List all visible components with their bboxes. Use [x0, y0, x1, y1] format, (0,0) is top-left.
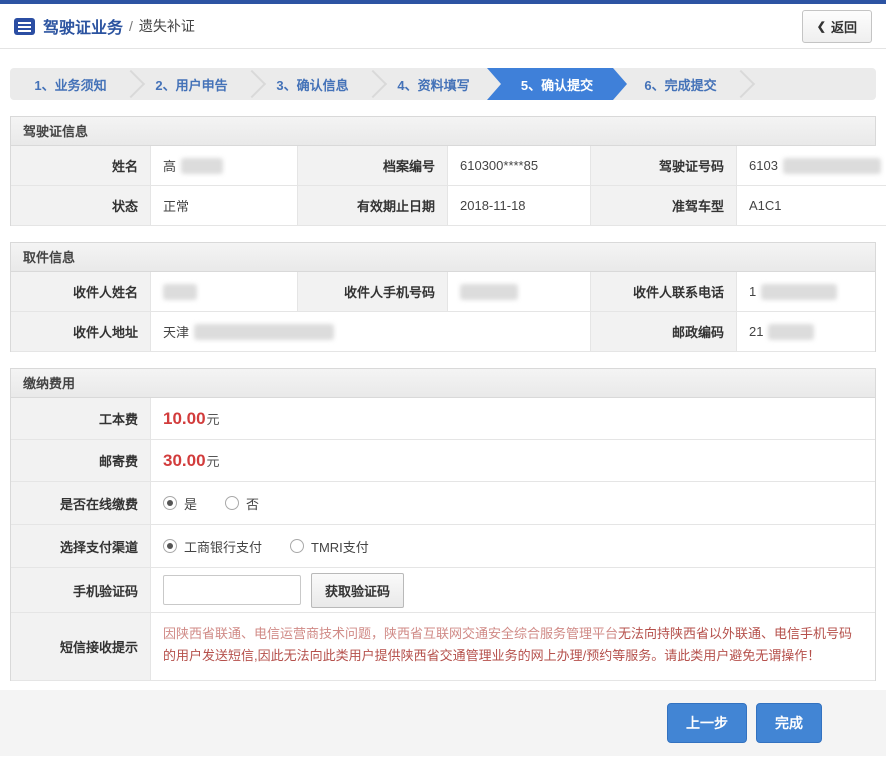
- online-payment-no-option[interactable]: 否: [225, 494, 259, 513]
- license-no-value: 6103: [737, 146, 886, 186]
- online-payment-options: 是 否: [151, 482, 875, 525]
- license-no-label: 驾驶证号码: [591, 146, 737, 186]
- name-label: 姓名: [11, 146, 151, 186]
- step-2-user-declaration[interactable]: 2、用户申告: [131, 68, 252, 100]
- finish-button[interactable]: 完成: [756, 703, 822, 743]
- pickup-info-title: 取件信息: [11, 243, 875, 272]
- payment-title: 缴纳费用: [11, 369, 875, 398]
- previous-step-button[interactable]: 上一步: [667, 703, 747, 743]
- payment-table: 工本费 10.00 元 邮寄费 30.00 元 是否在线缴费 是 否 选择支付渠…: [11, 398, 875, 681]
- online-payment-yes-label: 是: [184, 494, 197, 513]
- redacted-blur: [181, 158, 223, 174]
- mail-fee-amount: 30.00: [163, 451, 206, 471]
- online-payment-no-label: 否: [246, 494, 259, 513]
- work-fee-value: 10.00 元: [151, 398, 875, 440]
- channel-tmri-option[interactable]: TMRI支付: [290, 537, 369, 556]
- radio-unchecked-icon[interactable]: [225, 496, 239, 510]
- radio-unchecked-icon[interactable]: [290, 539, 304, 553]
- sms-notice-text: 因陕西省联通、电信运营商技术问题，陕西省互联网交通安全综合服务管理平台无法向持陕…: [151, 613, 875, 681]
- redacted-blur: [194, 324, 334, 340]
- channel-icbc-option[interactable]: 工商银行支付: [163, 537, 262, 556]
- action-footer: 上一步 完成: [0, 690, 886, 756]
- step-progress-bar: 1、业务须知 2、用户申告 3、确认信息 4、资料填写 5、确认提交 6、完成提…: [10, 68, 876, 100]
- postal-code-label: 邮政编码: [591, 312, 737, 352]
- step-4-fill-data[interactable]: 4、资料填写: [373, 68, 494, 100]
- online-payment-yes-option[interactable]: 是: [163, 494, 197, 513]
- vehicle-class-value: A1C1: [737, 186, 886, 226]
- payment-section: 缴纳费用 工本费 10.00 元 邮寄费 30.00 元 是否在线缴费 是 否 …: [10, 368, 876, 681]
- vehicle-class-label: 准驾车型: [591, 186, 737, 226]
- step-6-complete-submit[interactable]: 6、完成提交: [620, 68, 741, 100]
- channel-options: 工商银行支付 TMRI支付: [151, 525, 875, 568]
- mail-fee-value: 30.00 元: [151, 440, 875, 482]
- recipient-phone-label: 收件人联系电话: [591, 272, 737, 312]
- status-label: 状态: [11, 186, 151, 226]
- sms-code-input[interactable]: [163, 575, 301, 605]
- back-button-label: 返回: [831, 17, 857, 36]
- redacted-blur: [783, 158, 881, 174]
- online-payment-label: 是否在线缴费: [11, 482, 151, 525]
- work-fee-label: 工本费: [11, 398, 151, 440]
- step-bar-tail: [741, 68, 876, 100]
- chevron-left-icon: ❮: [817, 20, 826, 33]
- redacted-blur: [768, 324, 814, 340]
- recipient-name-value: [151, 272, 298, 312]
- sms-code-row: 获取验证码: [151, 568, 875, 613]
- recipient-mobile-label: 收件人手机号码: [298, 272, 448, 312]
- breadcrumb-current: 遗失补证: [139, 16, 195, 36]
- page-header: 驾驶证业务 / 遗失补证 ❮ 返回: [0, 4, 886, 49]
- recipient-mobile-value: [448, 272, 591, 312]
- redacted-blur: [460, 284, 518, 300]
- sms-code-label: 手机验证码: [11, 568, 151, 613]
- recipient-name-label: 收件人姓名: [11, 272, 151, 312]
- redacted-blur: [761, 284, 837, 300]
- back-button[interactable]: ❮ 返回: [802, 10, 872, 43]
- breadcrumb-divider: /: [129, 18, 133, 34]
- channel-tmri-label: TMRI支付: [311, 537, 369, 556]
- redacted-blur: [163, 284, 197, 300]
- license-service-icon: [14, 18, 35, 35]
- license-info-title: 驾驶证信息: [11, 117, 875, 146]
- pickup-info-section: 取件信息 收件人姓名 收件人手机号码 收件人联系电话 1 收件人地址 天津 邮政…: [10, 242, 876, 352]
- recipient-phone-value: 1: [737, 272, 875, 312]
- status-value: 正常: [151, 186, 298, 226]
- pickup-info-table: 收件人姓名 收件人手机号码 收件人联系电话 1 收件人地址 天津 邮政编码 21: [11, 272, 875, 352]
- license-info-section: 驾驶证信息 姓名 高 档案编号 610300****85 驾驶证号码 6103 …: [10, 116, 876, 226]
- recipient-address-value: 天津: [151, 312, 591, 352]
- postal-code-value: 21: [737, 312, 875, 352]
- radio-checked-icon[interactable]: [163, 539, 177, 553]
- expiry-value: 2018-11-18: [448, 186, 591, 226]
- step-1-business-notice[interactable]: 1、业务须知: [10, 68, 131, 100]
- work-fee-amount: 10.00: [163, 409, 206, 429]
- radio-checked-icon[interactable]: [163, 496, 177, 510]
- sms-notice-light-text: 因陕西省联通、电信运营商技术问题，陕西省互联网交通安全综合服务管理平台: [163, 626, 618, 641]
- channel-label: 选择支付渠道: [11, 525, 151, 568]
- file-no-label: 档案编号: [298, 146, 448, 186]
- license-info-table: 姓名 高 档案编号 610300****85 驾驶证号码 6103 状态 正常 …: [11, 146, 875, 226]
- sms-notice-label: 短信接收提示: [11, 613, 151, 681]
- name-value: 高: [151, 146, 298, 186]
- recipient-address-label: 收件人地址: [11, 312, 151, 352]
- channel-icbc-label: 工商银行支付: [184, 537, 262, 556]
- step-5-confirm-submit[interactable]: 5、确认提交: [487, 68, 627, 100]
- get-sms-code-button[interactable]: 获取验证码: [311, 573, 404, 608]
- work-fee-unit: 元: [207, 409, 220, 428]
- file-no-value: 610300****85: [448, 146, 591, 186]
- expiry-label: 有效期止日期: [298, 186, 448, 226]
- page-title: 驾驶证业务: [43, 14, 123, 38]
- mail-fee-label: 邮寄费: [11, 440, 151, 482]
- step-3-confirm-info[interactable]: 3、确认信息: [252, 68, 373, 100]
- mail-fee-unit: 元: [207, 451, 220, 470]
